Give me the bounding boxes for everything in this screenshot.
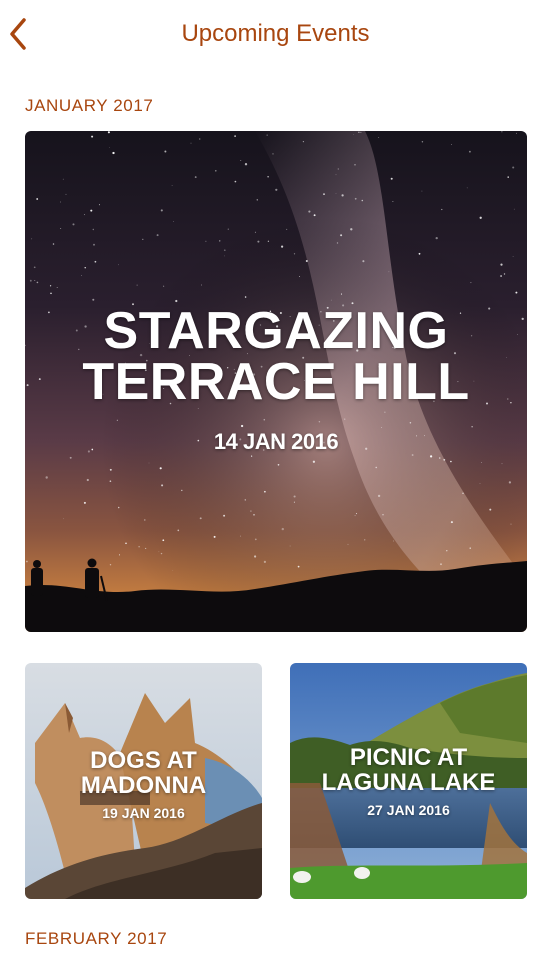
nav-header: Upcoming Events [0,0,551,68]
dogs-event-text: DOGS AT MADONNA 19 JAN 2016 [25,748,262,822]
featured-event-date: 14 JAN 2016 [213,429,339,454]
event-card-picnic[interactable]: PICNIC AT LAGUNA LAKE 27 JAN 2016 [290,663,527,899]
picnic-event-text: PICNIC AT LAGUNA LAKE 27 JAN 2016 [290,745,527,819]
dogs-event-title-line1: DOGS AT [90,747,197,774]
featured-event-card[interactable]: STARGAZING TERRACE HILL 14 JAN 2016 [25,131,527,632]
picnic-event-date: 27 JAN 2016 [367,802,450,818]
page-title: Upcoming Events [181,20,370,47]
dogs-event-date: 19 JAN 2016 [102,805,185,821]
featured-event-title-line2: TERRACE HILL [82,353,470,411]
section-label-february: FEBRUARY 2017 [25,929,168,948]
featured-event-title-line1: STARGAZING [103,302,449,360]
picnic-event-title-line2: LAGUNA LAKE [321,769,496,796]
dogs-event-title-line2: MADONNA [80,772,207,799]
featured-event-text: STARGAZING TERRACE HILL 14 JAN 2016 [25,302,527,455]
section-label-january: JANUARY 2017 [25,96,154,115]
picnic-event-title-line1: PICNIC AT [349,744,468,771]
event-card-dogs[interactable]: DOGS AT MADONNA 19 JAN 2016 [25,663,262,899]
